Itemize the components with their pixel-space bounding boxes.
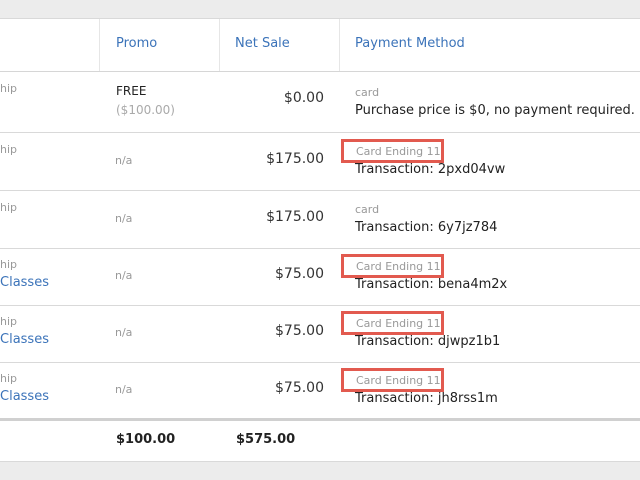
sales-table: Promo Net Sale Payment Method hip FREE (… — [0, 18, 640, 462]
item-category-link[interactable]: Classes — [0, 389, 49, 404]
table-row: hip n/a $175.00 Card Ending 11 Transacti… — [0, 133, 640, 191]
table-header: Promo Net Sale Payment Method — [0, 19, 640, 72]
highlight-box: Card Ending 11 — [341, 368, 444, 392]
table-row: hip Classes n/a $75.00 Card Ending 11 Tr… — [0, 248, 640, 306]
card-ending: Card Ending 11 — [356, 374, 441, 387]
highlight-box: Card Ending 11 — [341, 311, 444, 335]
card-ending: Card Ending 11 — [356, 260, 441, 273]
transaction-id: Transaction: bena4m2x — [355, 277, 508, 292]
item-category-link[interactable]: Classes — [0, 332, 49, 347]
net-sale-value: $175.00 — [266, 151, 324, 167]
net-sale-value: $0.00 — [283, 90, 324, 106]
transaction-id: Transaction: 2pxd04vw — [355, 162, 506, 177]
net-sale-total: $575.00 — [236, 432, 296, 447]
column-divider — [339, 19, 340, 71]
header-payment-method[interactable]: Payment Method — [355, 19, 465, 71]
net-sale-value: $75.00 — [275, 380, 324, 396]
totals-row: $100.00 $575.00 — [0, 418, 640, 464]
promo-value: n/a — [115, 269, 133, 282]
item-name-truncated: hip — [0, 201, 18, 214]
highlight-box: Card Ending 11 — [341, 254, 444, 278]
net-sale-value: $75.00 — [275, 323, 324, 339]
item-category-link[interactable]: Classes — [0, 275, 49, 290]
item-name-truncated: hip — [0, 258, 18, 271]
column-divider — [219, 19, 220, 71]
promo-discount: ($100.00) — [116, 103, 175, 117]
table-row: hip n/a $175.00 card Transaction: 6y7jz7… — [0, 191, 640, 249]
promo-value: n/a — [115, 326, 133, 339]
card-ending: Card Ending 11 — [356, 145, 441, 158]
promo-value: n/a — [115, 383, 133, 396]
item-name-truncated: hip — [0, 82, 18, 95]
header-net-sale[interactable]: Net Sale — [235, 19, 290, 71]
item-name-truncated: hip — [0, 315, 18, 328]
promo-value: n/a — [115, 212, 133, 225]
table-row: hip Classes n/a $75.00 Card Ending 11 Tr… — [0, 362, 640, 419]
column-divider — [99, 19, 100, 71]
payment-type: card — [355, 86, 380, 99]
net-sale-value: $175.00 — [266, 209, 324, 225]
table-row: hip FREE ($100.00) $0.00 card Purchase p… — [0, 72, 640, 133]
table-row: hip Classes n/a $75.00 Card Ending 11 Tr… — [0, 305, 640, 363]
transaction-id: Transaction: djwpz1b1 — [355, 334, 501, 349]
promo-total: $100.00 — [116, 432, 176, 447]
item-name-truncated: hip — [0, 372, 18, 385]
highlight-box: Card Ending 11 — [341, 139, 444, 163]
payment-detail: Purchase price is $0, no payment require… — [355, 103, 635, 118]
transaction-id: Transaction: 6y7jz784 — [355, 220, 498, 235]
item-name-truncated: hip — [0, 143, 18, 156]
card-ending: Card Ending 11 — [356, 317, 441, 330]
promo-value: n/a — [115, 154, 133, 167]
promo-code: FREE — [116, 84, 147, 98]
payment-type: card — [355, 203, 380, 216]
header-promo[interactable]: Promo — [116, 19, 157, 71]
net-sale-value: $75.00 — [275, 266, 324, 282]
transaction-id: Transaction: jh8rss1m — [355, 391, 498, 406]
